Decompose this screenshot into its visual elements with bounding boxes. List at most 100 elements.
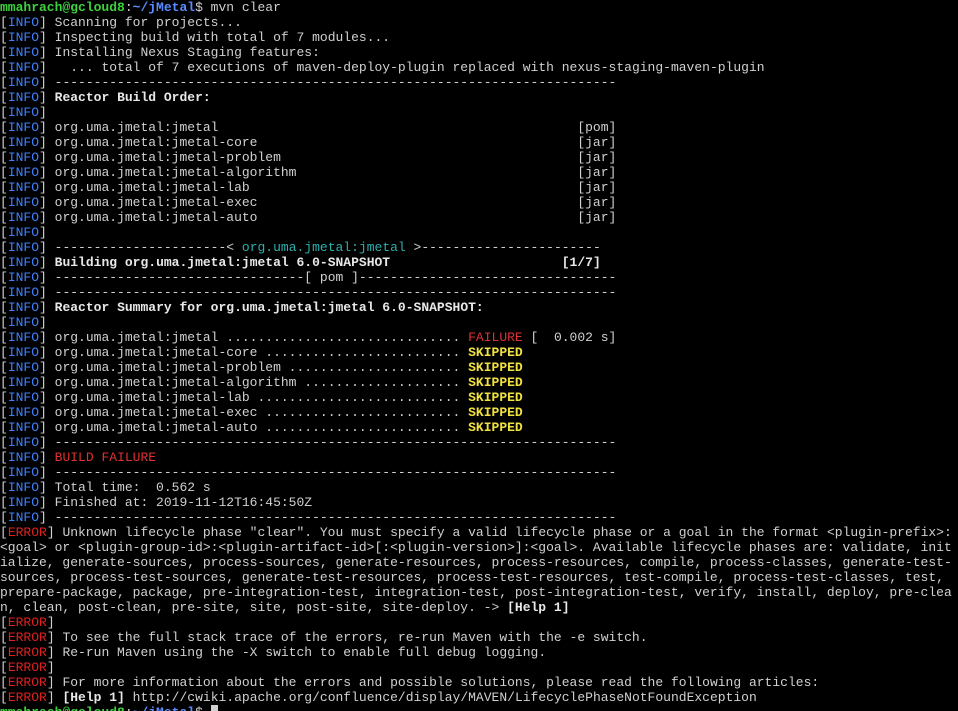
total-time-line: [INFO] Total time: 0.562 s (0, 480, 211, 495)
error-tag: ERROR (7, 525, 47, 540)
info-tag: INFO (7, 285, 40, 300)
build-failure-line: [INFO] BUILD FAILURE (0, 450, 157, 465)
log-line-info: [INFO] Installing Nexus Staging features… (0, 45, 320, 60)
build-order-item: [INFO] org.uma.jmetal:jmetal-algorithm [… (0, 165, 617, 180)
summary-title-line: [INFO] Reactor Summary for org.uma.jmeta… (0, 300, 484, 315)
info-tag: INFO (7, 150, 40, 165)
help-ref: [Help 1] (507, 600, 570, 615)
prompt-line: mmahrach@gcloud8:~/jMetal$ mvn clear (0, 0, 958, 15)
status-skipped: SKIPPED (468, 420, 523, 435)
info-tag: INFO (7, 375, 40, 390)
info-tag: INFO (7, 420, 40, 435)
info-tag: INFO (7, 165, 40, 180)
info-tag: INFO (7, 315, 40, 330)
building-heading: Building org.uma.jmetal:jmetal 6.0-SNAPS… (54, 255, 601, 270)
info-tag: INFO (7, 405, 40, 420)
error-line: [ERROR] For more information about the e… (0, 675, 820, 690)
info-tag: INFO (7, 15, 40, 30)
summary-row: [INFO] org.uma.jmetal:jmetal-problem ...… (0, 360, 523, 375)
error-tag: ERROR (7, 675, 47, 690)
prompt-user-host: mmahrach@gcloud8 (0, 705, 125, 711)
log-line-info: [INFO] ---------------------------------… (0, 285, 617, 300)
info-tag: INFO (7, 180, 40, 195)
info-tag: INFO (7, 195, 40, 210)
cursor-block (210, 705, 218, 711)
module-header-line: [INFO] ----------------------< org.uma.j… (0, 240, 601, 255)
log-line-info: [INFO] --------------------------------[… (0, 270, 617, 285)
error-continuation: prepare-package, package, pre-integratio… (0, 585, 952, 600)
info-tag: INFO (7, 45, 40, 60)
module-name: org.uma.jmetal:jmetal (241, 240, 406, 255)
build-order-item: [INFO] org.uma.jmetal:jmetal-lab [jar] (0, 180, 617, 195)
prompt-path: ~/jMetal (133, 705, 195, 711)
info-tag: INFO (7, 480, 40, 495)
error-tag: ERROR (7, 615, 47, 630)
summary-row: [INFO] org.uma.jmetal:jmetal-lab .......… (0, 390, 523, 405)
build-failure-status: BUILD FAILURE (54, 450, 157, 465)
error-line: [ERROR] [Help 1] http://cwiki.apache.org… (0, 690, 757, 705)
summary-row: [INFO] org.uma.jmetal:jmetal-auto ......… (0, 420, 523, 435)
prompt-separator: : (124, 0, 133, 15)
info-tag: INFO (7, 450, 40, 465)
reactor-build-order-heading: Reactor Build Order: (54, 90, 211, 105)
info-tag: INFO (7, 90, 40, 105)
log-line-info: [INFO] ---------------------------------… (0, 435, 617, 450)
summary-row: [INFO] org.uma.jmetal:jmetal-exec ......… (0, 405, 523, 420)
info-tag: INFO (7, 75, 40, 90)
status-failure: FAILURE (468, 330, 523, 345)
error-tag: ERROR (7, 690, 47, 705)
info-tag: INFO (7, 510, 40, 525)
info-tag: INFO (7, 225, 40, 240)
prompt-path: ~/jMetal (132, 0, 196, 15)
error-line: [ERROR] (0, 660, 55, 675)
prompt-line-final[interactable]: mmahrach@gcloud8:~/jMetal$ (0, 705, 958, 711)
error-tag: ERROR (7, 660, 47, 675)
error-line: [ERROR] To see the full stack trace of t… (0, 630, 648, 645)
info-tag: INFO (7, 495, 40, 510)
terminal-window[interactable]: mmahrach@gcloud8:~/jMetal$ mvn clear [IN… (0, 0, 958, 711)
info-tag: INFO (7, 360, 40, 375)
prompt-symbol: $ (195, 705, 211, 711)
info-tag: INFO (7, 120, 40, 135)
help1-label: [Help 1] (62, 690, 125, 705)
info-tag: INFO (7, 60, 40, 75)
prompt-command: mvn clear (210, 0, 281, 15)
reactor-summary-heading: Reactor Summary for org.uma.jmetal:jmeta… (54, 300, 484, 315)
info-tag: INFO (7, 105, 40, 120)
status-skipped: SKIPPED (468, 345, 523, 360)
info-tag: INFO (7, 465, 40, 480)
error-line: [ERROR] (0, 615, 55, 630)
log-line-info: [INFO] ---------------------------------… (0, 510, 617, 525)
summary-row: [INFO] org.uma.jmetal:jmetal-algorithm .… (0, 375, 523, 390)
info-tag: INFO (7, 240, 40, 255)
log-line-info: [INFO] Inspecting build with total of 7 … (0, 30, 391, 45)
help1-url[interactable]: http://cwiki.apache.org/confluence/displ… (125, 690, 757, 705)
building-line: [INFO] Building org.uma.jmetal:jmetal 6.… (0, 255, 601, 270)
info-tag: INFO (7, 390, 40, 405)
error-continuation: ialize, generate-sources, process-source… (0, 555, 952, 570)
log-line-info: [INFO] Scanning for projects... (0, 15, 242, 30)
summary-row: [INFO] org.uma.jmetal:jmetal-core ......… (0, 345, 523, 360)
error-line: [ERROR] Unknown lifecycle phase "clear".… (0, 525, 952, 540)
error-continuation: n, clean, post-clean, pre-site, site, po… (0, 600, 570, 615)
finished-at-line: [INFO] Finished at: 2019-11-12T16:45:50Z (0, 495, 313, 510)
info-tag: INFO (7, 330, 40, 345)
log-line-info: [INFO] ---------------------------------… (0, 75, 617, 90)
info-tag: INFO (7, 210, 40, 225)
error-tag: ERROR (7, 630, 47, 645)
build-order-item: [INFO] org.uma.jmetal:jmetal-auto [jar] (0, 210, 617, 225)
error-continuation: <goal> or <plugin-group-id>:<plugin-arti… (0, 540, 952, 555)
build-order-item: [INFO] org.uma.jmetal:jmetal-problem [ja… (0, 150, 617, 165)
log-line-info: [INFO] (0, 105, 47, 120)
status-skipped: SKIPPED (468, 360, 523, 375)
error-continuation: sources, process-test-sources, generate-… (0, 570, 944, 585)
log-line-info: [INFO] (0, 315, 47, 330)
info-tag: INFO (7, 300, 40, 315)
error-tag: ERROR (7, 645, 47, 660)
summary-row: [INFO] org.uma.jmetal:jmetal ...........… (0, 330, 617, 345)
log-line-info: [INFO] (0, 225, 47, 240)
build-order-item: [INFO] org.uma.jmetal:jmetal-core [jar] (0, 135, 617, 150)
log-line-info: [INFO] ---------------------------------… (0, 465, 617, 480)
log-line-info: [INFO] ... total of 7 executions of mave… (0, 60, 765, 75)
info-tag: INFO (7, 255, 40, 270)
